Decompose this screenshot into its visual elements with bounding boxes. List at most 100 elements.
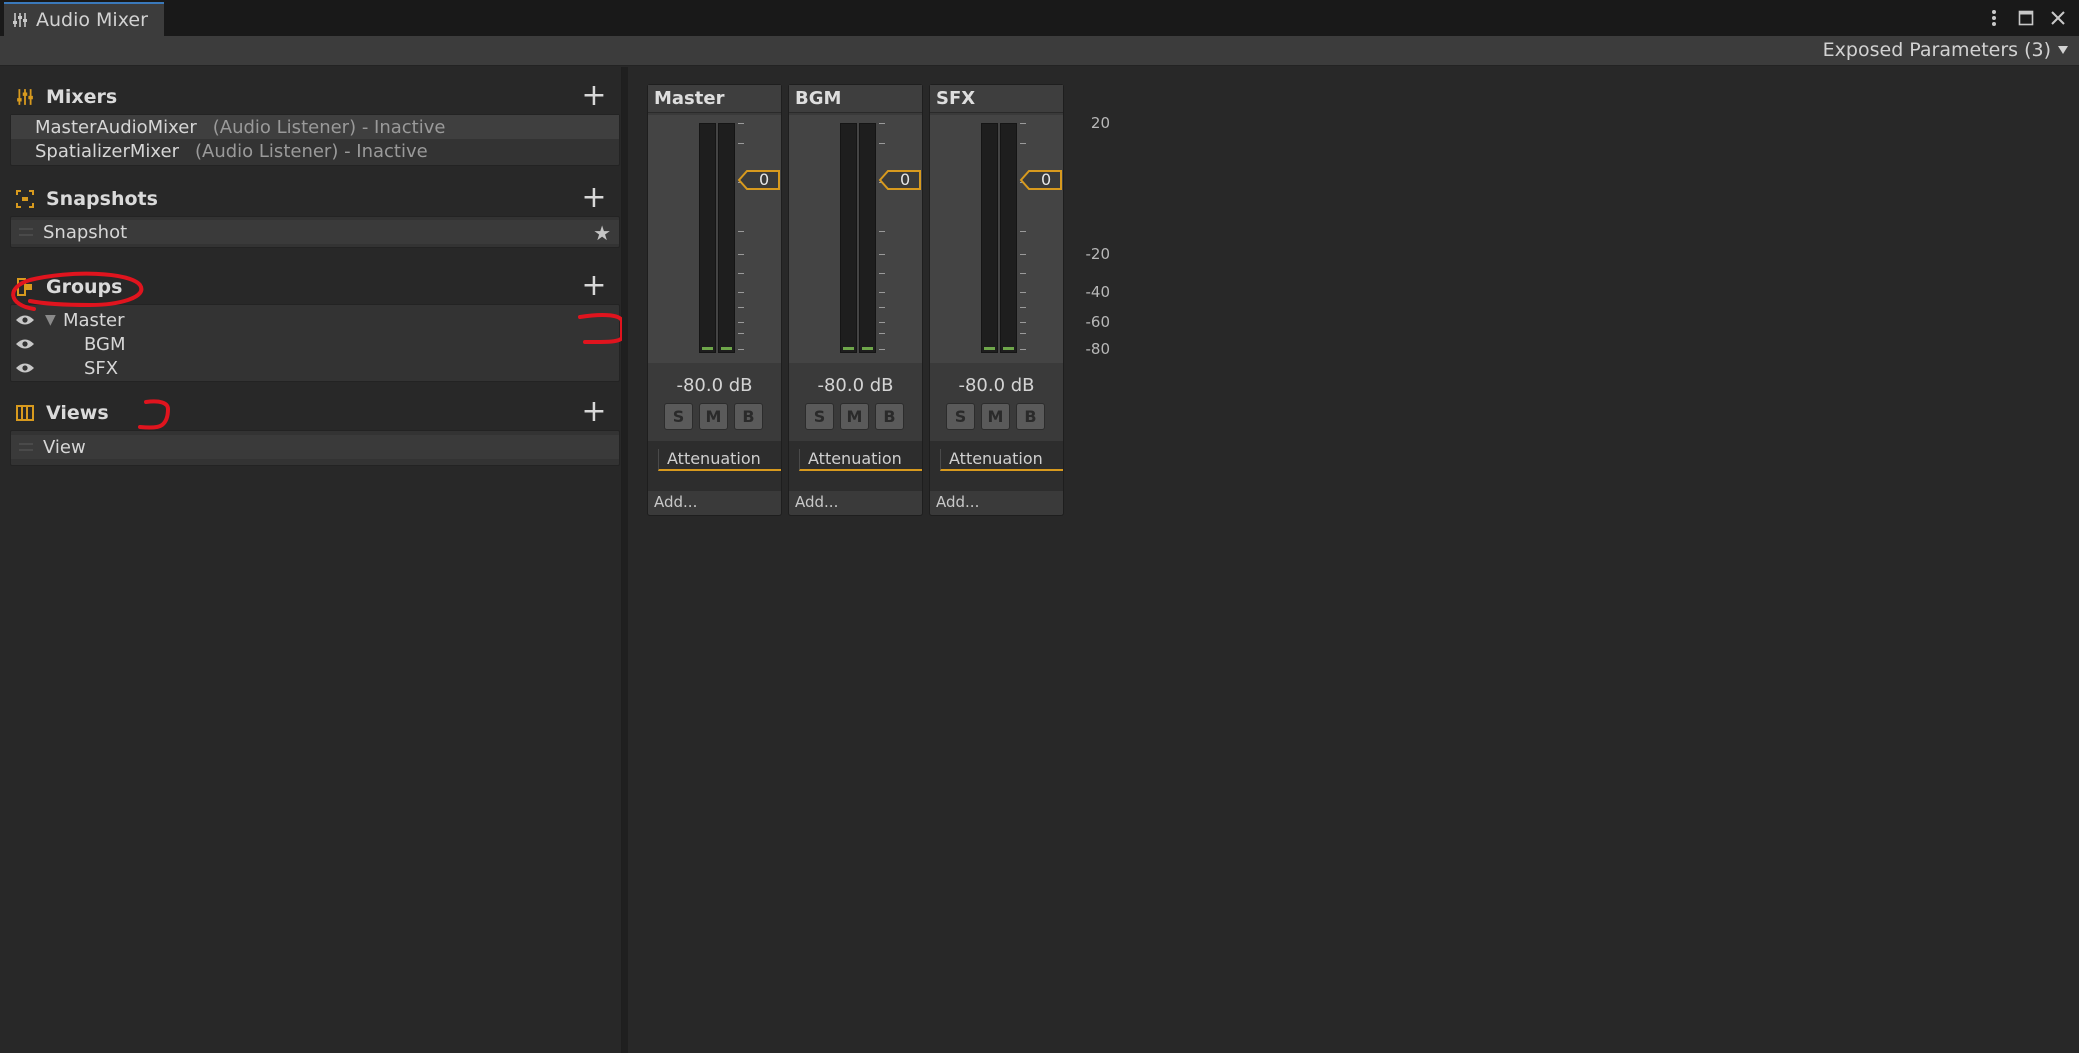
mixers-icon — [14, 86, 36, 108]
strip-title: Master — [648, 85, 781, 113]
mixer-toolbar: Exposed Parameters (3) — [0, 36, 2079, 66]
mute-button[interactable]: M — [840, 403, 869, 430]
views-header: Views + — [10, 396, 620, 430]
level-meter-right — [718, 123, 735, 353]
meter-area: 20 -20 -40 -60 -80 0 — [789, 114, 969, 363]
mixer-desc: (Audio Listener) - Inactive — [212, 116, 446, 138]
window-controls — [1983, 5, 2069, 31]
strip-title: BGM — [789, 85, 922, 113]
mixers-list: MasterAudioMixer (Audio Listener) - Inac… — [10, 114, 620, 166]
window-tab-bar: Audio Mixer — [0, 0, 2079, 36]
eye-icon[interactable] — [15, 314, 37, 326]
fader-value: 0 — [900, 170, 911, 189]
solo-button[interactable]: S — [664, 403, 693, 430]
view-name: View — [43, 436, 86, 458]
scale-label: -80 — [1085, 340, 1111, 358]
add-group-button[interactable]: + — [580, 271, 608, 301]
groups-list: ▼ Master BGM SFX — [10, 304, 620, 382]
bypass-button[interactable]: B — [1016, 403, 1045, 430]
scale-label: 20 — [1090, 114, 1110, 132]
views-list: View — [10, 430, 620, 466]
db-readout: -80.0 dB — [676, 375, 753, 396]
snapshot-item[interactable]: Snapshot ★ — [11, 220, 619, 245]
db-scale: 20 -20 -40 -60 -80 — [1020, 114, 1113, 358]
channel-strip-bgm: BGM 20 -20 -40 -60 -80 0 -80.0 dB — [788, 84, 969, 516]
solo-button[interactable]: S — [805, 403, 834, 430]
volume-fader-handle[interactable]: 0 — [878, 169, 922, 191]
eye-icon[interactable] — [15, 362, 37, 374]
meter-area: 20 -20 -40 -60 -80 0 — [648, 114, 828, 363]
level-meter-left — [981, 123, 998, 353]
views-section: Views + View — [10, 396, 620, 466]
level-meter-right — [1000, 123, 1017, 353]
group-name: Master — [63, 309, 125, 331]
mute-button[interactable]: M — [699, 403, 728, 430]
expand-arrow-icon[interactable]: ▼ — [45, 312, 59, 328]
effect-attenuation[interactable]: Attenuation — [940, 449, 1063, 471]
scale-label: -20 — [1085, 245, 1111, 263]
bypass-button[interactable]: B — [875, 403, 904, 430]
more-options-icon[interactable] — [1983, 7, 2005, 29]
mute-button[interactable]: M — [981, 403, 1010, 430]
group-name: SFX — [84, 357, 119, 379]
groups-icon — [14, 276, 36, 298]
effects-slot: Attenuation — [789, 441, 922, 491]
level-meter-left — [699, 123, 716, 353]
maximize-icon[interactable] — [2015, 7, 2037, 29]
scale-label: -40 — [1085, 283, 1111, 301]
volume-fader-handle[interactable]: 0 — [1019, 169, 1063, 191]
group-item-sfx[interactable]: SFX — [11, 356, 619, 380]
chevron-down-icon — [2058, 46, 2068, 54]
fader-value: 0 — [759, 170, 770, 189]
eye-icon[interactable] — [15, 338, 37, 350]
snapshot-name: Snapshot — [43, 221, 128, 243]
smb-buttons: S M B — [664, 403, 763, 430]
mixer-sidebar: Mixers + MasterAudioMixer (Audio Listene… — [0, 67, 624, 1053]
snapshots-header: Snapshots + — [10, 182, 620, 216]
tab-audio-mixer[interactable]: Audio Mixer — [4, 2, 164, 36]
effect-attenuation[interactable]: Attenuation — [799, 449, 922, 471]
view-item[interactable]: View — [11, 435, 619, 459]
add-effect-button[interactable]: Add... — [936, 493, 979, 511]
mixer-item-masteraudiomixer[interactable]: MasterAudioMixer (Audio Listener) - Inac… — [11, 115, 619, 139]
add-effect-button[interactable]: Add... — [795, 493, 838, 511]
mixers-section: Mixers + MasterAudioMixer (Audio Listene… — [10, 80, 620, 166]
level-meter-left — [840, 123, 857, 353]
mixer-name: SpatializerMixer — [35, 140, 179, 162]
mixer-desc: (Audio Listener) - Inactive — [195, 140, 428, 162]
db-readout: -80.0 dB — [958, 375, 1035, 396]
drag-handle-icon[interactable] — [19, 228, 33, 236]
add-view-button[interactable]: + — [580, 397, 608, 427]
volume-fader-handle[interactable]: 0 — [737, 169, 781, 191]
mixers-header: Mixers + — [10, 80, 620, 114]
exposed-parameters-dropdown[interactable]: Exposed Parameters (3) — [1823, 39, 2069, 61]
mixer-sliders-icon — [13, 13, 27, 27]
effect-attenuation[interactable]: Attenuation — [658, 449, 781, 471]
close-icon[interactable] — [2047, 7, 2069, 29]
bypass-button[interactable]: B — [734, 403, 763, 430]
groups-title: Groups — [46, 276, 123, 298]
effects-slot: Attenuation — [648, 441, 781, 491]
groups-section: Groups + ▼ Master BGM SFX — [10, 270, 620, 382]
solo-button[interactable]: S — [946, 403, 975, 430]
mixer-name: MasterAudioMixer — [35, 116, 197, 138]
snapshots-list: Snapshot ★ — [10, 216, 620, 248]
mixer-item-spatializermixer[interactable]: SpatializerMixer (Audio Listener) - Inac… — [11, 139, 619, 163]
star-icon[interactable]: ★ — [593, 221, 611, 245]
strips-area: Master 20 -20 -40 -60 -80 0 -80.0 — [628, 67, 2079, 1053]
drag-handle-icon[interactable] — [19, 443, 33, 451]
views-title: Views — [46, 402, 109, 424]
mixers-title: Mixers — [46, 86, 118, 108]
snapshots-title: Snapshots — [46, 188, 158, 210]
db-readout: -80.0 dB — [817, 375, 894, 396]
channel-strip-sfx: SFX 20 -20 -40 -60 -80 0 -80.0 dB S M B … — [929, 84, 1110, 516]
add-mixer-button[interactable]: + — [580, 81, 608, 111]
groups-header: Groups + — [10, 270, 620, 304]
group-item-master[interactable]: ▼ Master — [11, 308, 619, 332]
group-name: BGM — [84, 333, 126, 355]
channel-strip-master: Master 20 -20 -40 -60 -80 0 -80.0 — [647, 84, 828, 516]
scale-label: -60 — [1085, 313, 1111, 331]
group-item-bgm[interactable]: BGM — [11, 332, 619, 356]
add-effect-button[interactable]: Add... — [654, 493, 697, 511]
add-snapshot-button[interactable]: + — [580, 183, 608, 213]
